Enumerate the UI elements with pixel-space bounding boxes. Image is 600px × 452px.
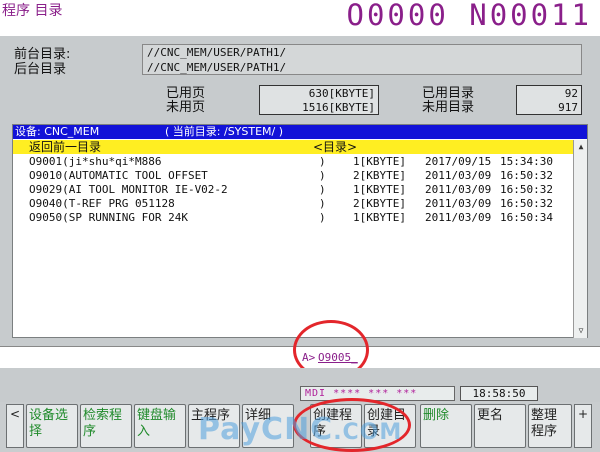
file-paren: ) bbox=[319, 197, 326, 210]
mode-box: MDI **** *** *** bbox=[300, 386, 455, 401]
file-time: 15:34:30 bbox=[500, 155, 553, 168]
back-directory-type: <目录> bbox=[313, 140, 358, 154]
used-dirs-label: 已用目录 bbox=[422, 86, 475, 101]
free-pages-label: 未用页 bbox=[166, 100, 206, 115]
softkey-label: 设备选择 bbox=[29, 408, 69, 439]
softkey-label: 整理程序 bbox=[531, 408, 558, 439]
file-size: 1[KBYTE] bbox=[353, 211, 406, 224]
current-dir: ( 当前目录: /SYSTEM/ ) bbox=[165, 125, 284, 138]
free-dirs-value: 917 bbox=[558, 101, 578, 114]
file-list: 设备: CNC_MEM ( 当前目录: /SYSTEM/ ) 返回前一目录 <目… bbox=[12, 124, 588, 338]
used-dirs-value: 92 bbox=[564, 87, 578, 100]
softkey-label: 键盘输入 bbox=[137, 408, 177, 439]
file-paren: ) bbox=[319, 211, 326, 224]
file-paren: ) bbox=[319, 183, 326, 196]
table-row[interactable]: O9029(AI TOOL MONITOR IE-V02-2 ) 1[KBYTE… bbox=[13, 183, 573, 197]
file-time: 16:50:32 bbox=[500, 183, 553, 196]
file-name: O9040(T-REF PRG 051128 bbox=[29, 197, 175, 210]
back-directory-row[interactable]: 返回前一目录 <目录> bbox=[13, 140, 573, 154]
scroll-down-icon[interactable]: ▽ bbox=[575, 325, 587, 337]
path-box: //CNC_MEM/USER/PATH1/ //CNC_MEM/USER/PAT… bbox=[142, 44, 582, 75]
softkey-device-select[interactable]: 设备选择 bbox=[26, 404, 78, 448]
file-size: 1[KBYTE] bbox=[353, 183, 406, 196]
softkey-label: 检索程序 bbox=[83, 408, 123, 439]
softkey-right-arrow-icon[interactable]: + bbox=[574, 404, 592, 448]
pages-value-box: 630[KBYTE] 1516[KBYTE] bbox=[259, 85, 379, 115]
file-name: O9010(AUTOMATIC TOOL OFFSET bbox=[29, 169, 208, 182]
background-dir-label: 后台目录 bbox=[14, 62, 67, 77]
softkey-label: 删除 bbox=[423, 408, 450, 423]
softkey-rename[interactable]: 更名 bbox=[474, 404, 526, 448]
file-date: 2011/03/09 bbox=[425, 183, 492, 196]
watermark-main: PayCNC bbox=[198, 412, 334, 447]
foreground-dir-label: 前台目录: bbox=[14, 47, 71, 62]
file-date: 2011/03/09 bbox=[425, 197, 492, 210]
file-size: 2[KBYTE] bbox=[353, 197, 406, 210]
foreground-path: //CNC_MEM/USER/PATH1/ bbox=[147, 46, 287, 59]
file-date: 2017/09/15 bbox=[425, 155, 492, 168]
scrollbar[interactable]: ▲ ▽ bbox=[573, 140, 587, 338]
file-date: 2011/03/09 bbox=[425, 169, 492, 182]
table-row[interactable]: O9040(T-REF PRG 051128 ) 2[KBYTE] 2011/0… bbox=[13, 197, 573, 211]
softkey-label: 更名 bbox=[477, 408, 504, 423]
file-name: O9029(AI TOOL MONITOR IE-V02-2 bbox=[29, 183, 228, 196]
free-dirs-label: 未用目录 bbox=[422, 100, 475, 115]
file-name: O9050(SP RUNNING FOR 24K bbox=[29, 211, 188, 224]
file-date: 2011/03/09 bbox=[425, 211, 492, 224]
file-time: 16:50:32 bbox=[500, 197, 553, 210]
used-pages-value: 630[KBYTE] bbox=[308, 87, 375, 100]
back-directory-label: 返回前一目录 bbox=[29, 140, 102, 154]
dirs-value-box: 92 917 bbox=[516, 85, 582, 115]
screen-title: 程序 目录 bbox=[2, 3, 63, 19]
file-paren: ) bbox=[319, 169, 326, 182]
clock-box: 18:58:50 bbox=[460, 386, 538, 401]
file-time: 16:50:34 bbox=[500, 211, 553, 224]
softkey-search-program[interactable]: 检索程序 bbox=[80, 404, 132, 448]
watermark-suffix: .COM bbox=[333, 420, 403, 445]
file-size: 2[KBYTE] bbox=[353, 169, 406, 182]
background-path: //CNC_MEM/USER/PATH1/ bbox=[147, 61, 287, 74]
softkey-organize-program[interactable]: 整理程序 bbox=[528, 404, 572, 448]
title-bar: 程序 目录 O0000 N00011 bbox=[0, 0, 600, 36]
device-label: 设备: CNC_MEM bbox=[15, 125, 100, 138]
softkey-keyboard-input[interactable]: 键盘输入 bbox=[134, 404, 186, 448]
file-size: 1[KBYTE] bbox=[353, 155, 406, 168]
file-time: 16:50:32 bbox=[500, 169, 553, 182]
softkey-delete[interactable]: 删除 bbox=[420, 404, 472, 448]
table-row[interactable]: O9050(SP RUNNING FOR 24K ) 1[KBYTE] 2011… bbox=[13, 211, 573, 225]
scroll-up-icon[interactable]: ▲ bbox=[575, 141, 587, 153]
table-row[interactable]: O9001(ji*shu*qi*M886 ) 1[KBYTE] 2017/09/… bbox=[13, 155, 573, 169]
table-row[interactable]: O9010(AUTOMATIC TOOL OFFSET ) 2[KBYTE] 2… bbox=[13, 169, 573, 183]
free-pages-value: 1516[KBYTE] bbox=[302, 101, 375, 114]
file-name: O9001(ji*shu*qi*M886 bbox=[29, 155, 162, 168]
watermark: PayCNC.COM bbox=[198, 412, 402, 447]
softkey-left-arrow-icon[interactable]: < bbox=[6, 404, 24, 448]
program-number: O0000 N00011 bbox=[346, 0, 592, 32]
clock: 18:58:50 bbox=[472, 387, 526, 400]
list-header: 设备: CNC_MEM ( 当前目录: /SYSTEM/ ) bbox=[13, 125, 587, 139]
used-pages-label: 已用页 bbox=[166, 86, 206, 101]
file-paren: ) bbox=[319, 155, 326, 168]
